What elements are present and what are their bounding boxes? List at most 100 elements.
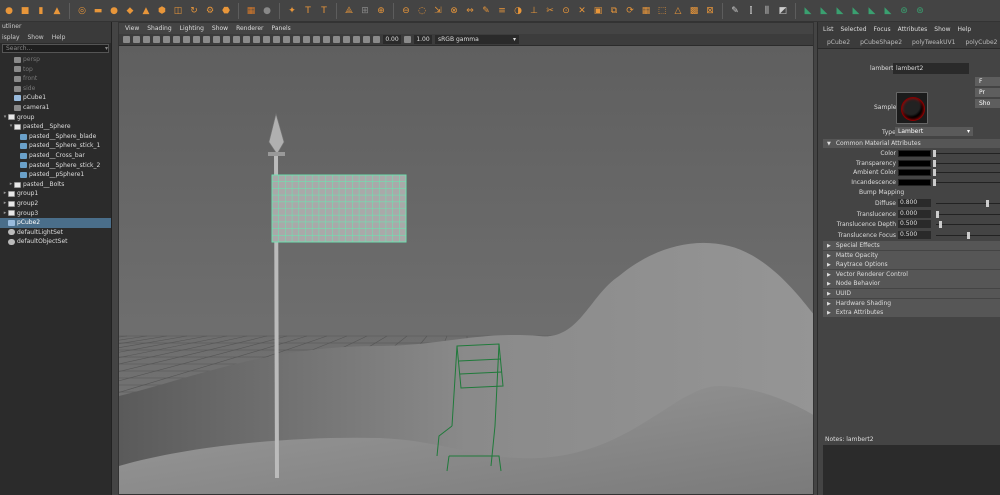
poly-cube-icon[interactable]: ■: [18, 4, 32, 18]
outliner-item[interactable]: top: [0, 65, 111, 75]
outliner-item[interactable]: pCube2: [0, 218, 111, 228]
attr-section[interactable]: ▶ UUID: [823, 289, 1000, 298]
exposure-field[interactable]: 0.00: [383, 35, 401, 44]
outliner-item[interactable]: ▸ group3: [0, 209, 111, 219]
poly-plane-icon[interactable]: ▬: [91, 4, 105, 18]
tool-g-icon[interactable]: ⊛: [897, 4, 911, 18]
rotate-icon[interactable]: ⟳: [623, 4, 637, 18]
image-plane-icon[interactable]: [153, 36, 160, 43]
attr-section[interactable]: ▶ Hardware Shading: [823, 298, 1000, 308]
smooth-shade-icon[interactable]: [243, 36, 250, 43]
textured-icon[interactable]: [263, 36, 270, 43]
outliner-item[interactable]: pasted__Sphere_blade: [0, 132, 111, 142]
outliner-item[interactable]: pCube1: [0, 93, 111, 103]
select-icon[interactable]: ✦: [285, 4, 299, 18]
attr-menu-help[interactable]: Help: [957, 26, 971, 33]
outliner-menu-display[interactable]: isplay: [2, 34, 20, 41]
outliner-menu-help[interactable]: Help: [52, 34, 66, 41]
outliner-item[interactable]: side: [0, 84, 111, 94]
outliner-item[interactable]: ▸ group2: [0, 199, 111, 209]
focus-button[interactable]: F: [975, 77, 1000, 86]
bookmark-icon[interactable]: [143, 36, 150, 43]
viewport-menu-renderer[interactable]: Renderer: [236, 25, 263, 32]
smooth-icon[interactable]: ◌: [415, 4, 429, 18]
attr-slider-track[interactable]: [936, 213, 1000, 215]
tool-d-icon[interactable]: ◣: [849, 4, 863, 18]
camera-attributes-icon[interactable]: [133, 36, 140, 43]
attr-slider-thumb[interactable]: [936, 210, 939, 218]
safe-title-icon[interactable]: [223, 36, 230, 43]
lattice-icon[interactable]: ⊠: [703, 4, 717, 18]
attr-tab[interactable]: polyTweakUV1: [907, 37, 960, 49]
wireframe-on-shaded-icon[interactable]: [253, 36, 260, 43]
select-camera-icon[interactable]: [123, 36, 130, 43]
field-chart-icon[interactable]: [203, 36, 210, 43]
outliner-item[interactable]: ▾ group: [0, 113, 111, 123]
tool-b-icon[interactable]: ◣: [817, 4, 831, 18]
safe-action-icon[interactable]: [213, 36, 220, 43]
attr-section[interactable]: ▶ Matte Opacity: [823, 250, 1000, 260]
tool-c-icon[interactable]: ◣: [833, 4, 847, 18]
poly-sphere-icon[interactable]: ●: [2, 4, 16, 18]
attr-tab[interactable]: polyCube2: [960, 37, 1000, 49]
multicut-icon[interactable]: ✂: [543, 4, 557, 18]
notes-field[interactable]: [823, 445, 1000, 495]
attr-slider-track[interactable]: [936, 203, 1000, 204]
poly-pipe-icon[interactable]: ◫: [171, 4, 185, 18]
type-icon[interactable]: T: [301, 4, 315, 18]
material-name-field[interactable]: lambert2: [893, 63, 969, 74]
attr-section[interactable]: ▶ Special Effects: [823, 241, 1000, 250]
attr-menu-focus[interactable]: Focus: [874, 26, 891, 33]
extract-icon[interactable]: ⇲: [431, 4, 445, 18]
poly-gear-icon[interactable]: ⚙: [203, 4, 217, 18]
triangulate-icon[interactable]: △: [671, 4, 685, 18]
ambient-occlusion-icon[interactable]: [293, 36, 300, 43]
color-space-select[interactable]: sRGB gamma ▾: [435, 35, 519, 44]
outliner-item[interactable]: defaultObjectSet: [0, 237, 111, 247]
shadows-icon[interactable]: [283, 36, 290, 43]
color-slider-thumb[interactable]: [933, 169, 936, 177]
cut-icon[interactable]: ✕: [575, 4, 589, 18]
boolean-icon[interactable]: ⊗: [447, 4, 461, 18]
poly-pyramid-icon[interactable]: ▲: [139, 4, 153, 18]
outliner-item[interactable]: ▸ pasted__Bolts: [0, 180, 111, 190]
anti-aliasing-icon[interactable]: [313, 36, 320, 43]
bevel-icon[interactable]: ⟁: [342, 4, 356, 18]
viewport-menu-show[interactable]: Show: [212, 25, 228, 32]
color-slider-thumb[interactable]: [933, 150, 936, 157]
color-slider-track[interactable]: [934, 172, 1000, 174]
viewport-menu-panels[interactable]: Panels: [271, 25, 290, 32]
color-swatch[interactable]: [898, 169, 931, 177]
film-gate-icon[interactable]: [173, 36, 180, 43]
attr-value-field[interactable]: 0.500: [898, 220, 931, 229]
attr-slider-thumb[interactable]: [939, 221, 943, 229]
depth-of-field-icon[interactable]: [323, 36, 330, 43]
color-slider-thumb[interactable]: [933, 159, 936, 167]
attr-section[interactable]: ▶ Raytrace Options: [823, 260, 1000, 270]
show-button[interactable]: Sho: [975, 99, 1000, 108]
attr-section[interactable]: ▶ Extra Attributes: [823, 308, 1000, 318]
attr-value-field[interactable]: 0.000: [898, 209, 931, 218]
color-swatch[interactable]: [898, 159, 931, 167]
wireframe-icon[interactable]: [233, 36, 240, 43]
attr-menu-selected[interactable]: Selected: [841, 26, 867, 33]
attr-menu-attributes[interactable]: Attributes: [898, 26, 928, 33]
viewport-menu-shading[interactable]: Shading: [147, 25, 171, 32]
bake-icon[interactable]: ◩: [776, 4, 790, 18]
viewport-scene[interactable]: [119, 46, 814, 495]
target-weld-icon[interactable]: ⊙: [559, 4, 573, 18]
gate-mask-icon[interactable]: [193, 36, 200, 43]
viewport-panel[interactable]: View Shading Lighting Show Renderer Pane…: [118, 22, 814, 495]
viewport-menu-view[interactable]: View: [125, 25, 139, 32]
uv-grid-icon[interactable]: ▦: [639, 4, 653, 18]
gamma-field[interactable]: 1.00: [414, 35, 432, 44]
edit-icon[interactable]: ✎: [479, 4, 493, 18]
color-swatch[interactable]: [898, 178, 931, 186]
outliner-item[interactable]: defaultLightSet: [0, 228, 111, 238]
attr-tab[interactable]: pCube2: [822, 37, 855, 49]
attr-slider-thumb[interactable]: [985, 200, 989, 207]
append-icon[interactable]: ⊥: [527, 4, 541, 18]
backface-icon[interactable]: [363, 36, 370, 43]
poly-cylinder-icon[interactable]: ▮: [34, 4, 48, 18]
insert-edge-icon[interactable]: ⫿: [744, 4, 758, 18]
